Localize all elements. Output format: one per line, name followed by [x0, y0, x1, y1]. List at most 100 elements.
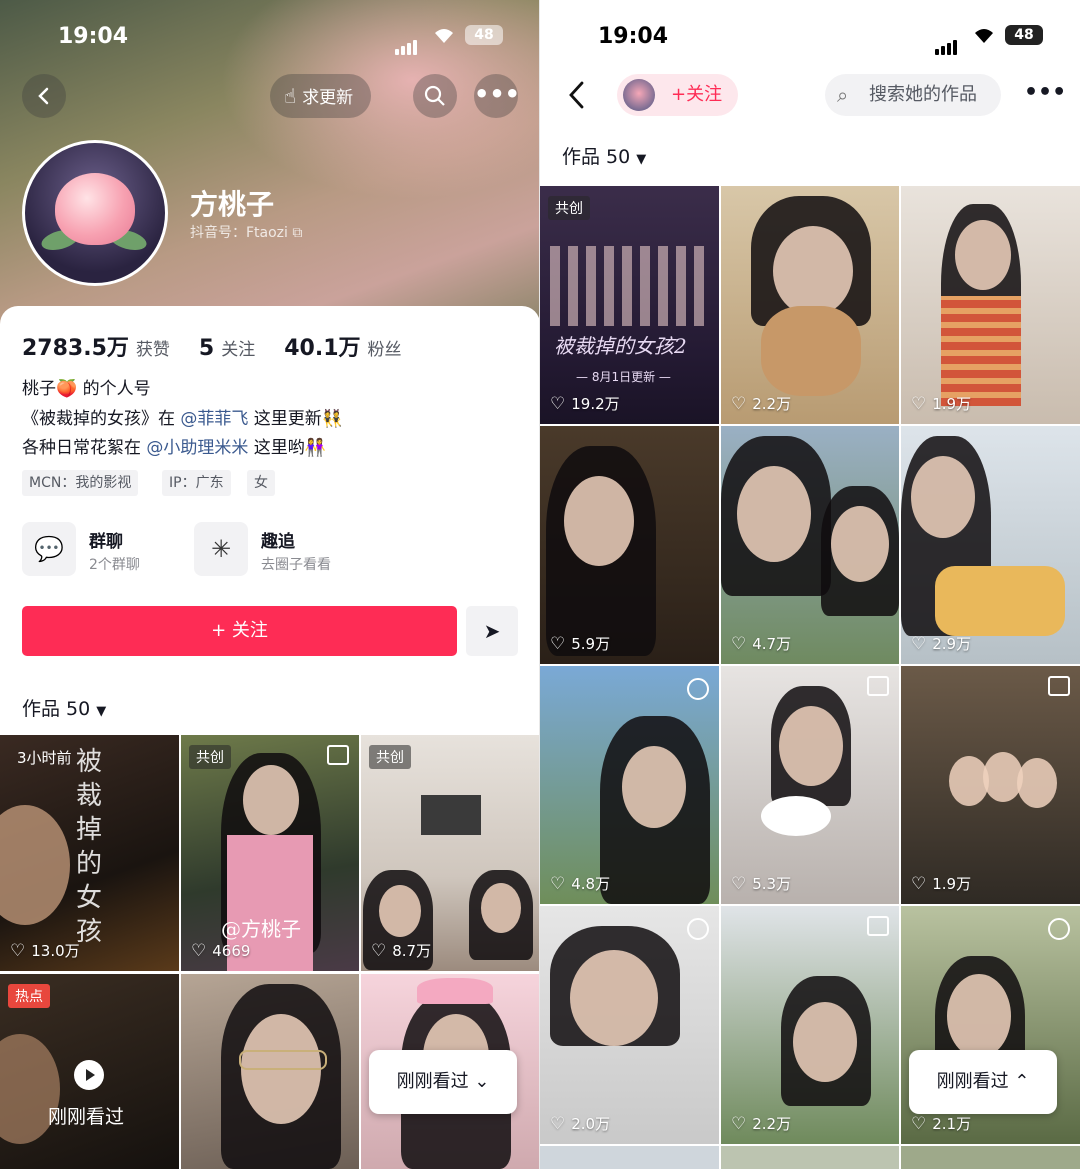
trending-badge: 热点 — [8, 984, 50, 1008]
search-button[interactable] — [413, 74, 457, 118]
heart-icon: ♡ — [911, 1114, 927, 1134]
video-tile[interactable] — [540, 1146, 719, 1169]
video-tile[interactable]: ♡ 5.3万 — [721, 666, 899, 904]
group-chat-sub: 2个群聊 — [89, 557, 140, 573]
cellular-signal-icon — [935, 30, 959, 55]
bio-text: 这里哟👭 — [248, 438, 326, 458]
like-count-value: 5.9万 — [571, 635, 611, 653]
heart-icon: ♡ — [731, 394, 747, 414]
profile-nickname: 方桃子 — [190, 188, 275, 221]
like-count-value: 2.2万 — [752, 395, 792, 413]
like-count: ♡ 13.0万 — [10, 940, 80, 961]
send-arrow-icon: ➤ — [483, 619, 501, 643]
status-bar: 19:04 48 — [0, 22, 540, 55]
video-tile[interactable]: @方桃子 共创 ♡ 4669 — [181, 735, 359, 971]
bio-line-2: 《被裁掉的女孩》在 @菲菲飞 这里更新👯 — [22, 404, 343, 429]
like-count: ♡ 19.2万 — [550, 393, 620, 414]
quzhui-sub: 去圈子看看 — [261, 557, 331, 573]
mention-link-feifeifei[interactable]: @菲菲飞 — [180, 409, 248, 429]
just-watched-button[interactable]: 刚刚看过 ⌃ — [909, 1050, 1057, 1114]
share-button[interactable]: ➤ — [466, 606, 518, 656]
mention-link-xiaozhuli[interactable]: @小助理米米 — [146, 438, 248, 458]
search-icon: ⌕ — [837, 83, 849, 107]
thumbnail-face — [831, 506, 889, 582]
heart-icon: ♡ — [731, 634, 747, 654]
thumbnail-outfit — [941, 296, 1021, 406]
video-tile[interactable]: ♡ 4.8万 — [540, 666, 719, 904]
like-count: ♡ 2.9万 — [911, 633, 971, 654]
thumbnail-face — [1017, 758, 1057, 808]
thumbnail-sandwich — [935, 566, 1065, 636]
followers-label[interactable]: 粉丝 — [368, 340, 402, 360]
video-tile[interactable] — [181, 974, 359, 1169]
video-tile[interactable]: ♡ 1.9万 — [901, 666, 1080, 904]
video-tile[interactable]: ♡ 5.9万 — [540, 426, 719, 664]
like-count-value: 19.2万 — [571, 395, 620, 413]
video-tile[interactable] — [721, 1146, 899, 1169]
video-tile[interactable]: ♡ 4.7万 — [721, 426, 899, 664]
heart-icon: ♡ — [10, 941, 26, 961]
thumbnail-face — [947, 974, 1011, 1058]
heart-icon: ♡ — [550, 1114, 566, 1134]
video-tile[interactable]: ♡ 2.9万 — [901, 426, 1080, 664]
video-tile[interactable]: 热点 刚刚看过 — [0, 974, 179, 1169]
just-watched-label: 刚刚看过 — [48, 1106, 125, 1128]
multi-image-icon — [1048, 676, 1070, 696]
works-tab[interactable]: 作品 50 ▼ — [22, 694, 106, 721]
multi-image-icon — [327, 745, 349, 765]
status-time: 19:04 — [598, 24, 669, 49]
request-update-button[interactable]: ☝ 求更新 — [270, 74, 372, 118]
video-tile[interactable]: ♡ 2.2万 — [721, 906, 899, 1144]
like-count-value: 5.3万 — [752, 875, 792, 893]
works-tab[interactable]: 作品 50 ▼ — [562, 142, 646, 169]
poster-subtitle: — 8月1日更新 — — [576, 370, 671, 384]
douyin-id[interactable]: 抖音号：Ftaozi ⧉ — [190, 222, 302, 242]
video-tile[interactable]: ♡ 2.0万 — [540, 906, 719, 1144]
cocreate-badge: 共创 — [189, 745, 231, 769]
just-watched-button[interactable]: 刚刚看过 ⌄ — [369, 1050, 517, 1114]
video-tile[interactable] — [901, 1146, 1080, 1169]
search-icon — [424, 85, 445, 106]
like-count: ♡ 8.7万 — [371, 940, 431, 961]
following-label[interactable]: 关注 — [221, 340, 255, 360]
heart-icon: ♡ — [731, 1114, 747, 1134]
live-photo-icon — [687, 918, 709, 940]
caret-down-icon: ▼ — [96, 704, 107, 719]
video-tile[interactable]: 共创 ♡ 8.7万 — [361, 735, 540, 971]
thumbnail-face — [379, 885, 421, 937]
video-tile[interactable]: 被裁掉的女孩2 — 8月1日更新 — 共创 ♡ 19.2万 — [540, 186, 719, 424]
cocreate-badge: 共创 — [548, 196, 590, 220]
follow-button[interactable]: + 关注 — [22, 606, 457, 656]
copy-icon: ⧉ — [292, 225, 303, 241]
chevron-left-icon — [38, 87, 49, 105]
heart-icon: ♡ — [550, 874, 566, 894]
more-button[interactable]: ••• — [474, 74, 520, 118]
works-page: 19:04 48 +关注 ⌕ 搜索她的作品 ••• 作品 50 ▼ 被裁掉的女孩… — [540, 0, 1080, 1169]
video-tile[interactable]: 被裁掉的女孩 3小时前 ♡ 13.0万 — [0, 735, 179, 971]
bio-text: 《被裁掉的女孩》在 — [22, 409, 181, 429]
multi-image-icon — [867, 676, 889, 696]
avatar[interactable] — [22, 140, 168, 286]
search-works-input[interactable]: ⌕ 搜索她的作品 — [825, 74, 1001, 116]
more-dots-icon: ••• — [1024, 80, 1067, 105]
more-button[interactable]: ••• — [1024, 80, 1066, 105]
follow-chip[interactable]: +关注 — [617, 74, 739, 116]
thumbnail-face — [564, 476, 634, 566]
tag-gender: 女 — [247, 470, 275, 496]
like-count: ♡ 2.1万 — [911, 1113, 971, 1134]
following-count[interactable]: 5 — [199, 336, 214, 361]
video-tile[interactable]: ♡ 2.2万 — [721, 186, 899, 424]
thumbnail-painting — [421, 795, 481, 835]
thumbnail-group — [550, 246, 710, 326]
tag-ip: IP：广东 — [162, 470, 231, 496]
back-button[interactable] — [22, 74, 66, 118]
tile-title-text: 被裁掉的女孩 — [76, 747, 103, 947]
likes-label: 获赞 — [135, 340, 170, 360]
back-button[interactable] — [566, 80, 588, 114]
status-time: 19:04 — [58, 24, 129, 49]
like-count: ♡ 4.8万 — [550, 873, 610, 894]
video-tile[interactable]: ♡ 1.9万 — [901, 186, 1080, 424]
followers-count[interactable]: 40.1万 — [284, 336, 360, 361]
thumbnail-face — [911, 456, 975, 538]
thumbnail-face — [779, 706, 843, 786]
